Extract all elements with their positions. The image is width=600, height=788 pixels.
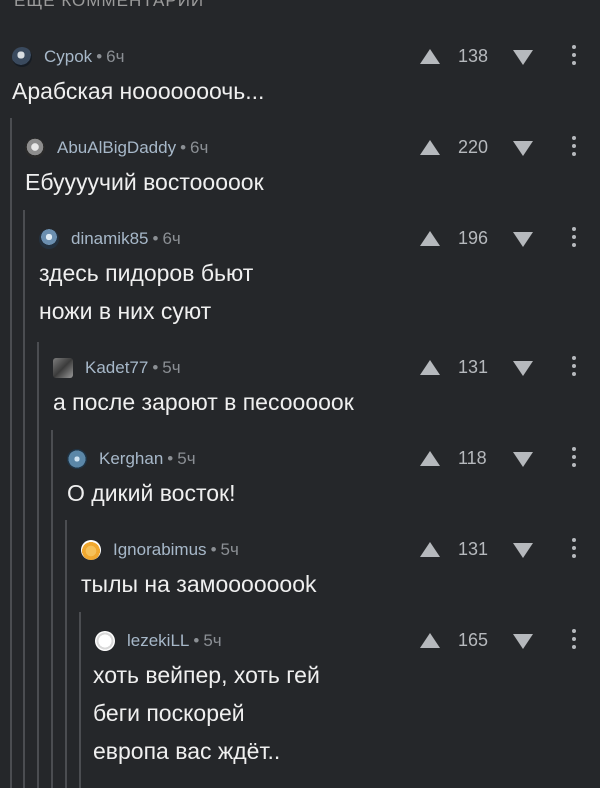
score: 118: [458, 448, 487, 468]
upvote-icon[interactable]: [420, 451, 440, 466]
timestamp: 5ч: [203, 631, 222, 650]
score: 196: [458, 228, 489, 248]
vote-controls: 196: [420, 226, 600, 252]
more-options-icon[interactable]: [571, 227, 577, 251]
vote-controls: 138: [420, 44, 600, 70]
avatar[interactable]: [39, 229, 59, 249]
timestamp: 5ч: [177, 449, 196, 468]
author-name[interactable]: lezekiLL: [127, 631, 189, 651]
timestamp: 6ч: [190, 138, 209, 157]
downvote-icon[interactable]: [513, 361, 533, 376]
downvote-icon[interactable]: [513, 232, 533, 247]
upvote-icon[interactable]: [420, 360, 440, 375]
downvote-icon[interactable]: [513, 634, 533, 649]
separator: •: [210, 540, 217, 559]
comment-text: тылы на замоооооook: [81, 571, 317, 597]
thread-line: [79, 612, 81, 788]
score: 131: [458, 539, 489, 559]
comment-meta: Kadet77 • 5ч: [53, 355, 181, 381]
comment-text: хоть вейпер, хоть гей беги поскорей евро…: [93, 662, 320, 764]
avatar[interactable]: [12, 47, 32, 67]
vote-controls: 131: [420, 355, 600, 381]
downvote-icon[interactable]: [513, 543, 533, 558]
thread-line: [10, 118, 12, 788]
comment-meta: dinamik85 • 6ч: [39, 226, 181, 252]
more-options-icon[interactable]: [571, 356, 577, 380]
thread-line: [65, 520, 67, 788]
more-options-icon[interactable]: [571, 538, 577, 562]
separator: •: [152, 358, 159, 377]
timestamp: 5ч: [220, 540, 239, 559]
comment-text: здесь пидоров бьют ножи в них суют: [39, 260, 254, 324]
comment-text: а после зароют в песооооок: [53, 389, 354, 415]
avatar[interactable]: [53, 358, 73, 378]
author-name[interactable]: Cypok: [44, 47, 92, 67]
separator: •: [180, 138, 187, 157]
author-name[interactable]: AbuAlBigDaddy: [57, 138, 176, 158]
more-options-icon[interactable]: [571, 629, 577, 653]
vote-controls: 131: [420, 537, 600, 563]
comment-text: Ебуууучий востооооок: [25, 169, 264, 195]
comment-text: Арабская нооооооочь...: [12, 78, 265, 104]
author-name[interactable]: Kadet77: [85, 358, 148, 378]
score: 220: [458, 137, 489, 157]
upvote-icon[interactable]: [420, 542, 440, 557]
avatar[interactable]: [25, 138, 45, 158]
score: 131: [458, 357, 489, 377]
separator: •: [167, 449, 174, 468]
author-name[interactable]: Kerghan: [99, 449, 163, 469]
separator: •: [96, 47, 103, 66]
comment-meta: AbuAlBigDaddy • 6ч: [25, 135, 208, 161]
upvote-icon[interactable]: [420, 140, 440, 155]
avatar[interactable]: [95, 631, 115, 651]
timestamp: 6ч: [162, 229, 181, 248]
thread-line: [23, 210, 25, 788]
author-name[interactable]: dinamik85: [71, 229, 149, 249]
avatar[interactable]: [67, 449, 87, 469]
score: 138: [458, 46, 489, 66]
more-options-icon[interactable]: [571, 447, 577, 471]
avatar[interactable]: [81, 540, 101, 560]
more-options-icon[interactable]: [571, 136, 577, 160]
separator: •: [152, 229, 159, 248]
comment-meta: lezekiLL • 5ч: [95, 628, 222, 654]
timestamp: 5ч: [162, 358, 181, 377]
upvote-icon[interactable]: [420, 49, 440, 64]
timestamp: 6ч: [106, 47, 125, 66]
comment-meta: Cypok • 6ч: [12, 44, 124, 70]
separator: •: [193, 631, 200, 650]
downvote-icon[interactable]: [513, 50, 533, 65]
comment-meta: Ignorabimus • 5ч: [81, 537, 239, 563]
more-options-icon[interactable]: [571, 45, 577, 69]
upvote-icon[interactable]: [420, 231, 440, 246]
comment-text: О дикий восток!: [67, 480, 236, 506]
downvote-icon[interactable]: [513, 452, 533, 467]
upvote-icon[interactable]: [420, 633, 440, 648]
author-name[interactable]: Ignorabimus: [113, 540, 207, 560]
more-comments-header[interactable]: ЕЩЁ КОММЕНТАРИИ: [14, 0, 204, 11]
downvote-icon[interactable]: [513, 141, 533, 156]
thread-line: [51, 430, 53, 788]
comment-meta: Kerghan • 5ч: [67, 446, 196, 472]
thread-line: [37, 342, 39, 788]
vote-controls: 220: [420, 135, 600, 161]
score: 165: [458, 630, 489, 650]
vote-controls: 165: [420, 628, 600, 654]
vote-controls: 118: [420, 446, 600, 472]
